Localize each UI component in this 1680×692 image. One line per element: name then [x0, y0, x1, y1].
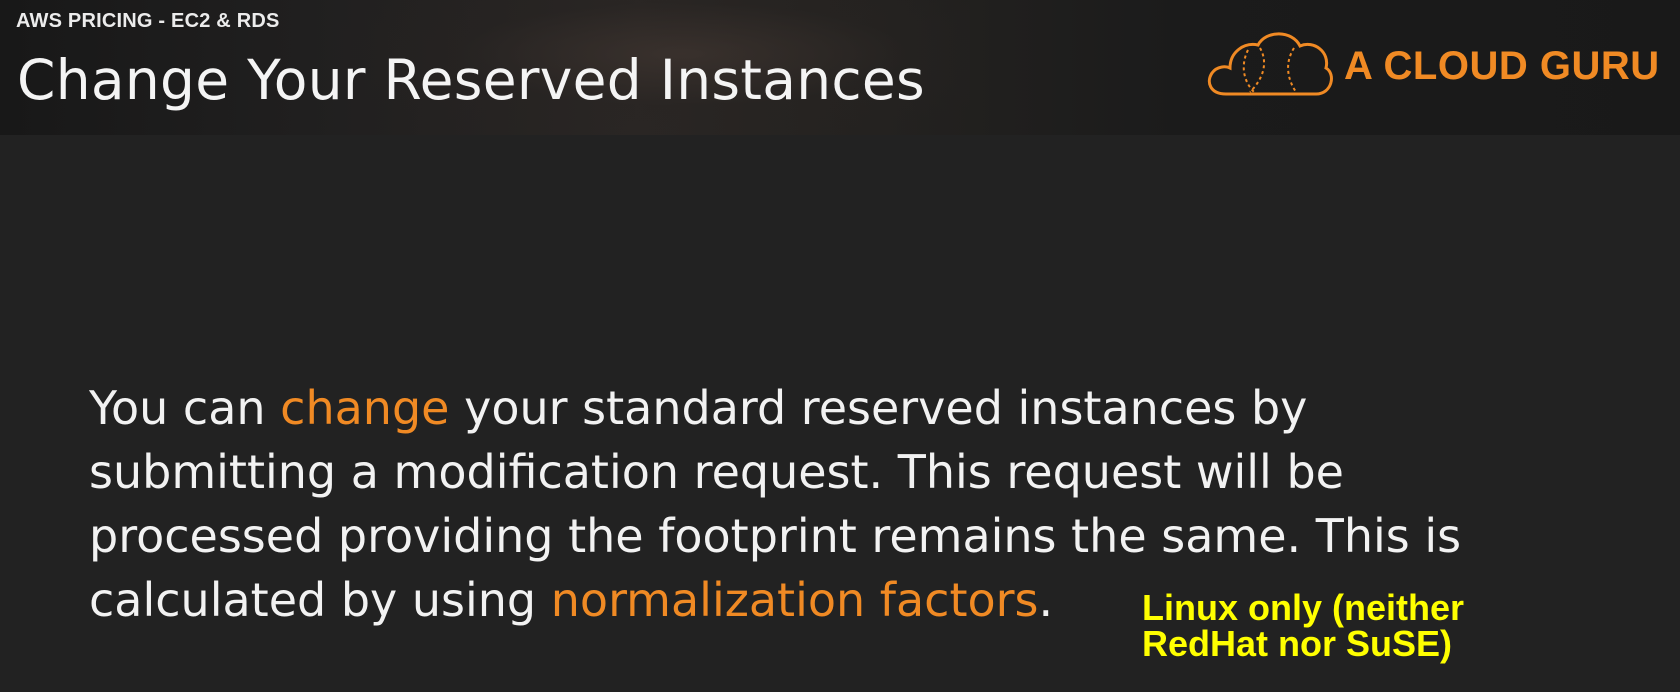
caption-line-1: Linux only (neither	[1142, 587, 1465, 628]
slide: AWS PRICING - EC2 & RDS Change Your Rese…	[0, 0, 1680, 692]
logo-wordmark: A CLOUD GURU	[1344, 44, 1660, 88]
highlighted-term: change	[280, 381, 450, 435]
slide-title: Change Your Reserved Instances	[17, 48, 926, 112]
body-line: processed providing the footprint remain…	[89, 504, 1559, 568]
body-line: You can change your standard reserved in…	[89, 376, 1559, 440]
body-text-segment: calculated by using	[89, 573, 551, 627]
body-text-segment: processed providing the footprint remain…	[89, 509, 1462, 563]
a-cloud-guru-logo: A CLOUD GURU	[1204, 26, 1664, 102]
body-text-segment: your standard reserved instances by	[449, 381, 1308, 435]
body-text-segment: You can	[89, 381, 281, 435]
slide-header: AWS PRICING - EC2 & RDS Change Your Rese…	[0, 0, 1680, 135]
cloud-icon	[1207, 32, 1333, 96]
caption-line-2: RedHat nor SuSE)	[1142, 623, 1453, 664]
body-text-segment: submitting a modification request. This …	[89, 445, 1344, 499]
body-line: submitting a modification request. This …	[89, 440, 1559, 504]
body-text-segment: .	[1038, 573, 1054, 627]
course-label: AWS PRICING - EC2 & RDS	[16, 10, 280, 32]
highlighted-term: normalization factors	[550, 573, 1039, 627]
yellow-caption-annotation: Linux only (neither RedHat nor SuSE)	[1142, 590, 1464, 662]
